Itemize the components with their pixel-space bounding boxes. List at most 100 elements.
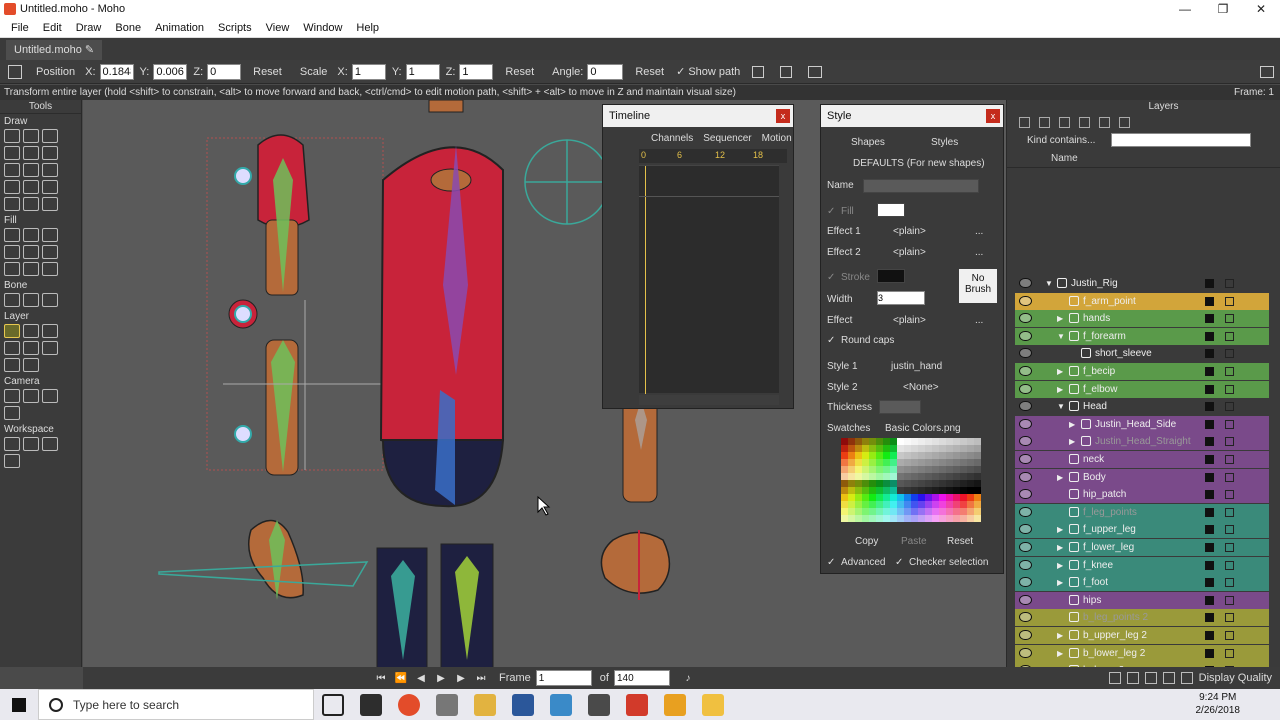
tab-motion[interactable]: Motion xyxy=(762,133,792,144)
layer-quality-swatch[interactable] xyxy=(1205,437,1214,447)
stroke-checkbox[interactable]: ✓ xyxy=(827,272,835,283)
paste-button[interactable]: Paste xyxy=(901,536,927,547)
layer-row[interactable]: b_leg_points 2 xyxy=(1015,609,1269,627)
minimize-button[interactable]: — xyxy=(1166,0,1204,18)
visibility-eye-icon[interactable] xyxy=(1019,401,1032,412)
color-swatch[interactable] xyxy=(939,452,946,459)
select-shape-tool-icon[interactable] xyxy=(4,228,20,242)
timeline-close-button[interactable]: x xyxy=(776,109,790,123)
color-swatch[interactable] xyxy=(890,508,897,515)
color-swatch[interactable] xyxy=(918,473,925,480)
color-swatch[interactable] xyxy=(855,466,862,473)
color-swatch[interactable] xyxy=(960,459,967,466)
color-swatch[interactable] xyxy=(932,494,939,501)
color-swatch[interactable] xyxy=(932,473,939,480)
color-swatch[interactable] xyxy=(967,473,974,480)
path-icon[interactable] xyxy=(752,65,765,78)
color-swatch[interactable] xyxy=(932,438,939,445)
color-swatch[interactable] xyxy=(897,487,904,494)
color-swatch[interactable] xyxy=(876,466,883,473)
color-swatch[interactable] xyxy=(848,515,855,522)
visibility-eye-icon[interactable] xyxy=(1019,471,1032,482)
color-swatch[interactable] xyxy=(876,508,883,515)
color-swatch[interactable] xyxy=(960,473,967,480)
color-swatch[interactable] xyxy=(939,473,946,480)
color-swatch[interactable] xyxy=(911,452,918,459)
layer-quality-swatch[interactable] xyxy=(1205,279,1214,288)
color-swatch[interactable] xyxy=(897,445,904,452)
menu-window[interactable]: Window xyxy=(296,22,349,34)
color-swatch[interactable] xyxy=(960,501,967,508)
task-view-icon[interactable] xyxy=(322,693,344,716)
layer-quality-swatch[interactable] xyxy=(1205,331,1214,341)
layer-row[interactable]: ▶ f_becip xyxy=(1015,363,1269,380)
layer-color-swatch[interactable] xyxy=(1225,560,1234,570)
color-swatch[interactable] xyxy=(946,487,953,494)
color-swatch[interactable] xyxy=(876,487,883,494)
color-swatch[interactable] xyxy=(974,480,981,487)
orbit-workspace-tool-icon[interactable] xyxy=(4,454,20,468)
no-brush-button[interactable]: No Brush xyxy=(959,269,997,303)
text-tool-icon[interactable] xyxy=(4,358,20,372)
onion-skin-icon[interactable] xyxy=(1144,672,1157,684)
visibility-eye-icon[interactable] xyxy=(1019,577,1032,588)
track-camera-tool-icon[interactable] xyxy=(4,389,20,403)
panel-toggle-icon[interactable] xyxy=(1260,65,1274,78)
color-swatch[interactable] xyxy=(890,473,897,480)
layer-quality-swatch[interactable] xyxy=(1205,631,1214,640)
color-swatch[interactable] xyxy=(848,487,855,494)
layer-quality-swatch[interactable] xyxy=(1205,419,1214,429)
layer-row[interactable]: ▶ f_lower_leg xyxy=(1015,539,1269,556)
layer-color-swatch[interactable] xyxy=(1225,455,1234,464)
color-swatch[interactable] xyxy=(925,515,932,522)
color-swatch[interactable] xyxy=(876,459,883,466)
menu-scripts[interactable]: Scripts xyxy=(211,22,259,34)
delete-edge-tool-icon[interactable] xyxy=(4,180,20,194)
color-swatch[interactable] xyxy=(897,501,904,508)
color-swatch[interactable] xyxy=(946,452,953,459)
color-swatch[interactable] xyxy=(869,438,876,445)
color-swatch[interactable] xyxy=(925,501,932,508)
color-swatch[interactable] xyxy=(876,494,883,501)
style1-dropdown[interactable]: justin_hand xyxy=(885,359,942,375)
tab-channels[interactable]: Channels xyxy=(651,133,693,144)
effect2-more-button[interactable]: ... xyxy=(975,247,983,258)
layer-quality-swatch[interactable] xyxy=(1205,543,1214,552)
layer-color-swatch[interactable] xyxy=(1225,525,1234,535)
curvature-tool-icon[interactable] xyxy=(4,146,20,160)
visibility-eye-icon[interactable] xyxy=(1019,559,1032,570)
color-swatch[interactable] xyxy=(883,480,890,487)
color-swatch[interactable] xyxy=(967,508,974,515)
menu-bone[interactable]: Bone xyxy=(108,22,148,34)
color-swatch[interactable] xyxy=(862,473,869,480)
color-swatch[interactable] xyxy=(841,445,848,452)
color-swatch[interactable] xyxy=(974,508,981,515)
color-swatch[interactable] xyxy=(974,459,981,466)
name-input[interactable] xyxy=(863,179,979,193)
color-swatch[interactable] xyxy=(897,480,904,487)
color-swatch[interactable] xyxy=(911,438,918,445)
timeline-ruler[interactable]: 0 6 12 18 xyxy=(639,149,787,163)
color-swatch[interactable] xyxy=(953,452,960,459)
color-swatch[interactable] xyxy=(869,459,876,466)
freehand-tool-icon[interactable] xyxy=(23,146,39,160)
color-swatch[interactable] xyxy=(925,452,932,459)
play-button[interactable]: ▶ xyxy=(433,673,449,684)
color-swatch[interactable] xyxy=(960,480,967,487)
layer-color-swatch[interactable] xyxy=(1225,279,1234,288)
stroke-exposure-tool-icon[interactable] xyxy=(4,262,20,276)
color-swatch[interactable] xyxy=(876,438,883,445)
color-swatch[interactable] xyxy=(862,494,869,501)
visibility-eye-icon[interactable] xyxy=(1019,506,1032,517)
layer-quality-swatch[interactable] xyxy=(1205,490,1214,500)
copy-button[interactable]: Copy xyxy=(855,536,878,547)
color-swatch[interactable] xyxy=(876,501,883,508)
color-swatch[interactable] xyxy=(855,487,862,494)
create-shape-tool-icon[interactable] xyxy=(23,228,39,242)
color-swatch[interactable] xyxy=(876,473,883,480)
filter-dropdown[interactable]: Kind contains... xyxy=(1027,135,1095,146)
expand-arrow-right-icon[interactable]: ▶ xyxy=(1057,469,1063,486)
color-swatch[interactable] xyxy=(841,473,848,480)
color-swatch[interactable] xyxy=(946,473,953,480)
color-swatch[interactable] xyxy=(932,466,939,473)
